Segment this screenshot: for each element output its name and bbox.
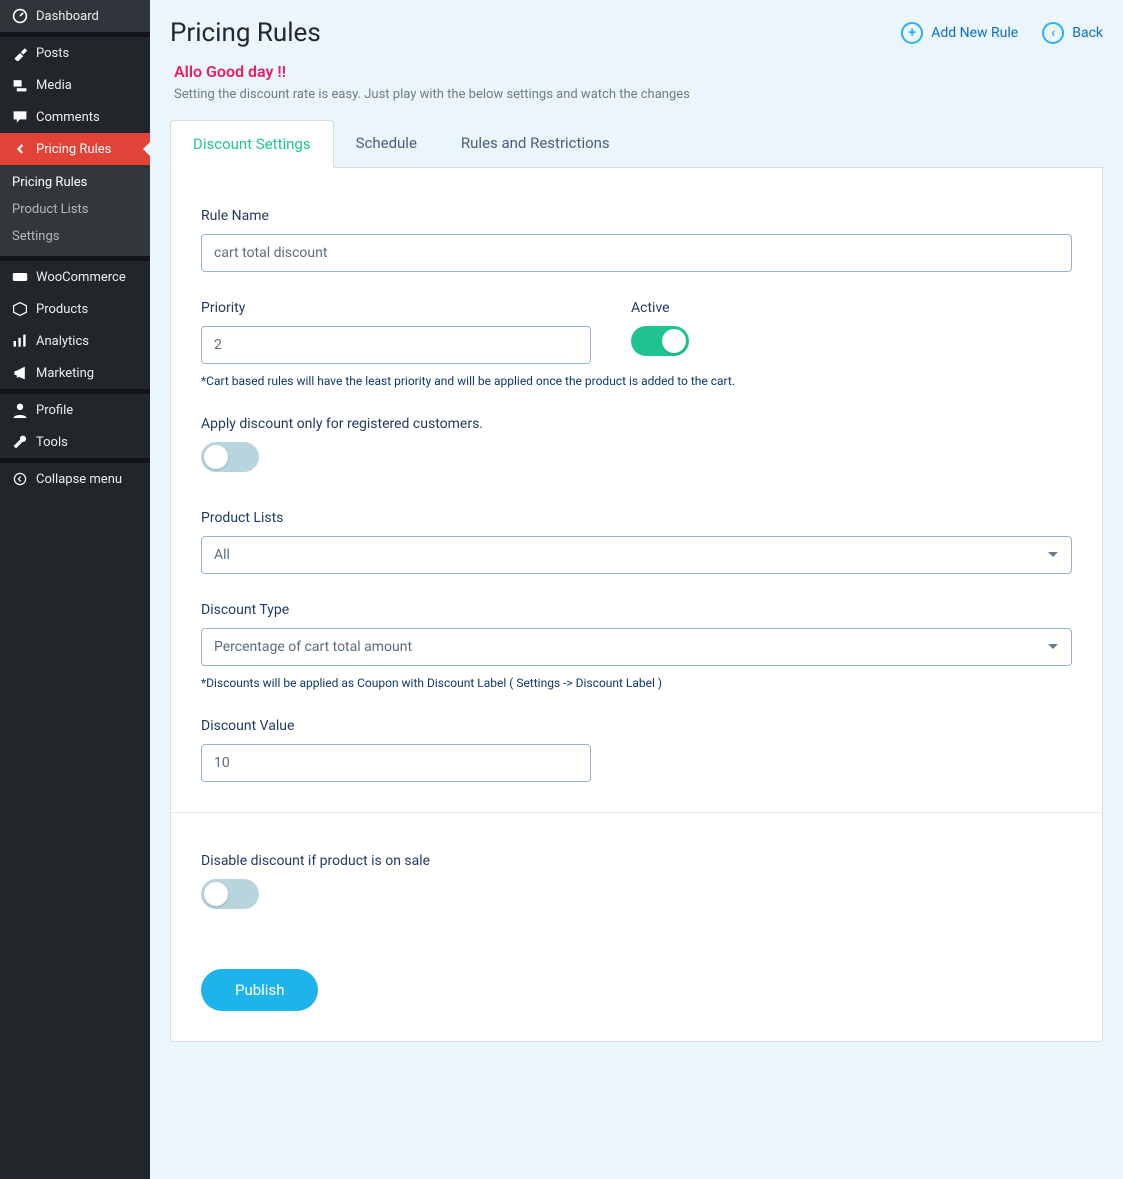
sidebar-item-marketing[interactable]: Marketing (0, 357, 150, 389)
disable-on-sale-toggle[interactable] (201, 879, 259, 909)
woo-icon (10, 269, 30, 285)
submenu-pricing-rules[interactable]: Pricing Rules (0, 169, 150, 196)
sidebar-item-profile[interactable]: Profile (0, 394, 150, 426)
back-circle-icon: ‹ (1042, 22, 1064, 44)
registered-customers-toggle[interactable] (201, 442, 259, 472)
dashboard-icon (10, 8, 30, 24)
sidebar-submenu: Pricing Rules Product Lists Settings (0, 165, 150, 256)
tab-discount-settings[interactable]: Discount Settings (170, 120, 334, 168)
greeting-text: Allo Good day !! (174, 62, 1103, 81)
discount-type-label: Discount Type (201, 602, 1072, 618)
priority-label: Priority (201, 300, 591, 316)
back-button[interactable]: ‹ Back (1042, 22, 1103, 44)
discount-value-label: Discount Value (201, 718, 1072, 734)
sidebar-item-posts[interactable]: Posts (0, 37, 150, 69)
sidebar-item-pricing-rules[interactable]: Pricing Rules (0, 133, 150, 165)
submenu-product-lists[interactable]: Product Lists (0, 196, 150, 223)
sidebar-item-media[interactable]: Media (0, 69, 150, 101)
comment-icon (10, 109, 30, 125)
sidebar-label: Products (36, 302, 88, 317)
discount-value-input[interactable] (201, 744, 591, 782)
rule-name-label: Rule Name (201, 208, 1072, 224)
rule-name-input[interactable] (201, 234, 1072, 272)
sidebar-item-collapse[interactable]: Collapse menu (0, 463, 150, 495)
sidebar-label: Collapse menu (36, 472, 122, 487)
product-lists-select[interactable]: All (201, 536, 1072, 574)
sidebar-item-woocommerce[interactable]: WooCommerce (0, 261, 150, 293)
sidebar-item-products[interactable]: Products (0, 293, 150, 325)
box-icon (10, 301, 30, 317)
back-arrow-icon (10, 141, 30, 157)
sidebar-label: WooCommerce (36, 270, 126, 285)
pin-icon (10, 45, 30, 61)
wrench-icon (10, 434, 30, 450)
sidebar-label: Comments (36, 110, 100, 125)
sidebar-label: Posts (36, 46, 69, 61)
submenu-settings[interactable]: Settings (0, 223, 150, 250)
back-label: Back (1072, 25, 1103, 41)
tab-schedule[interactable]: Schedule (334, 120, 439, 167)
add-new-rule-label: Add New Rule (931, 25, 1018, 41)
sidebar-label: Analytics (36, 334, 89, 349)
sidebar-item-analytics[interactable]: Analytics (0, 325, 150, 357)
admin-sidebar: Dashboard Posts Media Comments Pricing R… (0, 0, 150, 1179)
sidebar-label: Profile (36, 403, 73, 418)
settings-panel: Rule Name Priority Active *Cart based ru… (170, 168, 1103, 1042)
product-lists-label: Product Lists (201, 510, 1072, 526)
publish-button[interactable]: Publish (201, 969, 318, 1011)
sidebar-label: Pricing Rules (36, 142, 111, 157)
megaphone-icon (10, 365, 30, 381)
sidebar-label: Dashboard (36, 9, 99, 24)
active-label: Active (631, 300, 689, 316)
discount-type-note: *Discounts will be applied as Coupon wit… (201, 676, 1072, 690)
sidebar-label: Marketing (36, 366, 94, 381)
priority-note: *Cart based rules will have the least pr… (201, 374, 1072, 388)
page-title: Pricing Rules (170, 18, 321, 48)
media-icon (10, 77, 30, 93)
discount-type-select[interactable]: Percentage of cart total amount (201, 628, 1072, 666)
tab-bar: Discount Settings Schedule Rules and Res… (170, 120, 1103, 168)
add-new-rule-button[interactable]: + Add New Rule (901, 22, 1018, 44)
user-icon (10, 402, 30, 418)
priority-input[interactable] (201, 326, 591, 364)
collapse-icon (10, 471, 30, 487)
disable-on-sale-label: Disable discount if product is on sale (201, 853, 1072, 869)
sidebar-item-tools[interactable]: Tools (0, 426, 150, 458)
sidebar-item-dashboard[interactable]: Dashboard (0, 0, 150, 32)
sidebar-label: Media (36, 78, 72, 93)
sidebar-label: Tools (36, 435, 68, 450)
main-content: Pricing Rules + Add New Rule ‹ Back Allo… (150, 0, 1123, 1179)
tab-rules-restrictions[interactable]: Rules and Restrictions (439, 120, 632, 167)
sidebar-item-comments[interactable]: Comments (0, 101, 150, 133)
registered-customers-label: Apply discount only for registered custo… (201, 416, 1072, 432)
bars-icon (10, 333, 30, 349)
plus-circle-icon: + (901, 22, 923, 44)
active-toggle[interactable] (631, 326, 689, 356)
intro-description: Setting the discount rate is easy. Just … (174, 87, 1103, 102)
